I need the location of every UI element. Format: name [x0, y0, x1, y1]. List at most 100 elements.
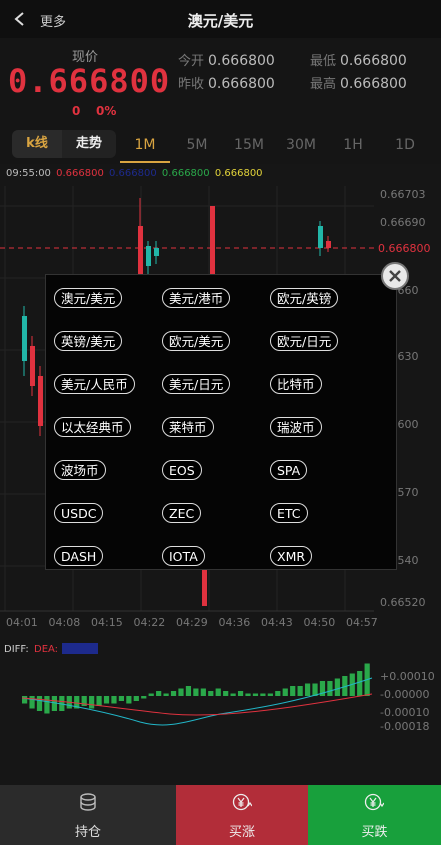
macd-bar — [230, 693, 236, 696]
macd-bar — [252, 693, 259, 696]
x-tick-label: 04:15 — [91, 616, 123, 629]
macd-bar — [118, 696, 125, 701]
stat-prev-close: 昨收 0.666800 — [178, 76, 275, 92]
symbol-option[interactable]: DASH — [54, 546, 104, 566]
legend-value-1: 0.666800 — [56, 168, 104, 179]
macd-bar — [282, 688, 288, 696]
stat-low: 最低 0.666800 — [310, 53, 407, 69]
symbol-option[interactable]: USDC — [54, 503, 104, 523]
macd-bar — [163, 693, 169, 696]
symbol-option[interactable]: IOTA — [162, 546, 205, 566]
macd-y-tick: -0.00010 — [380, 706, 429, 719]
macd-chart[interactable]: DIFF: DEA: +0.00010 -0.00000 -0.00010-0.0001… — [0, 638, 441, 784]
symbol-option[interactable]: 比特币 — [270, 374, 322, 394]
stat-open: 今开 0.666800 — [178, 53, 275, 69]
page-title: 澳元/美元 — [187, 12, 254, 30]
macd-bar — [200, 688, 206, 696]
positions-label: 持仓 — [74, 825, 101, 840]
symbol-option[interactable]: 英镑/美元 — [54, 331, 123, 351]
symbol-option[interactable]: SPA — [270, 460, 308, 480]
tab-period-1m[interactable]: 1M — [120, 126, 170, 163]
dea-label: DEA: — [34, 644, 58, 655]
macd-bar — [193, 688, 199, 696]
macd-y-tick: -0.00000 — [380, 688, 429, 701]
macd-bar — [133, 696, 139, 701]
symbol-option[interactable]: 欧元/英镑 — [270, 288, 339, 308]
close-icon — [389, 270, 401, 282]
macd-y-tick: -0.00018 — [380, 720, 429, 733]
macd-bar — [22, 696, 28, 704]
candle-body — [318, 226, 323, 248]
legend-value-3: 0.666800 — [161, 168, 210, 179]
tab-period-5m[interactable]: 5M — [172, 126, 222, 164]
symbol-option[interactable]: ZEC — [162, 503, 202, 523]
x-tick-label: 04:08 — [49, 616, 81, 629]
buy-up-label: 买涨 — [228, 825, 255, 840]
symbol-option[interactable]: 美元/日元 — [162, 374, 231, 394]
price-change-pct: 0% — [96, 104, 117, 118]
stat-high: 最高 0.666800 — [310, 76, 407, 92]
last-price-label: 0.666800 — [378, 242, 431, 255]
x-tick-label: 04:22 — [134, 616, 166, 629]
tab-period-30m[interactable]: 30M — [276, 126, 326, 164]
macd-bar — [357, 671, 363, 696]
macd-bar — [290, 686, 296, 696]
legend-swatch — [62, 643, 98, 654]
tab-period-1d[interactable]: 1D — [380, 126, 430, 164]
macd-bar — [237, 691, 244, 696]
macd-bar — [297, 686, 303, 696]
positions-button[interactable]: 持仓 — [0, 785, 176, 845]
macd-bar — [89, 696, 95, 709]
tab-period-15m[interactable]: 15M — [224, 126, 274, 164]
macd-bar — [103, 696, 110, 704]
macd-bar — [312, 683, 318, 696]
tab-kline[interactable]: k线 — [12, 130, 62, 158]
macd-bar — [141, 696, 147, 699]
symbol-option[interactable]: 欧元/美元 — [162, 331, 231, 351]
macd-bar — [44, 696, 50, 714]
symbol-option[interactable]: XMR — [270, 546, 313, 566]
macd-bar — [156, 691, 162, 696]
candle-body — [154, 248, 159, 256]
macd-bar — [178, 688, 184, 696]
x-tick-label: 04:43 — [261, 616, 293, 629]
y-tick-label: 0.66520 — [380, 596, 426, 609]
y-tick-label: 0.66703 — [380, 188, 426, 201]
symbol-option[interactable]: EOS — [162, 460, 202, 480]
symbol-option[interactable]: 瑞波币 — [270, 417, 322, 437]
symbol-option[interactable]: 波场币 — [54, 460, 106, 480]
tab-trend[interactable]: 走势 — [62, 130, 116, 158]
x-tick-label: 04:36 — [219, 616, 251, 629]
buy-up-button[interactable]: 买涨 — [176, 785, 308, 845]
candle-body — [326, 241, 331, 248]
symbol-option[interactable]: ETC — [270, 503, 308, 523]
macd-bar — [215, 688, 221, 696]
macd-bar — [275, 691, 281, 696]
macd-bar — [185, 686, 192, 696]
macd-bar — [96, 696, 102, 706]
yen-down-icon — [364, 793, 384, 811]
candle-body — [30, 346, 35, 386]
symbol-option[interactable]: 澳元/美元 — [54, 288, 123, 308]
macd-y-tick: +0.00010 — [380, 670, 435, 683]
symbol-option[interactable]: 美元/人民币 — [54, 374, 135, 394]
close-popup-button[interactable] — [381, 262, 409, 290]
chart-legend: 09:55:00 0.666800 0.666800 0.666800 0.66… — [0, 168, 441, 186]
current-price: 0.666800 — [8, 62, 171, 100]
macd-bar — [111, 696, 117, 704]
symbol-option[interactable]: 莱特币 — [162, 417, 214, 437]
macd-bar — [327, 681, 333, 696]
macd-bar — [260, 693, 266, 696]
buy-down-button[interactable]: 买跌 — [308, 785, 441, 845]
macd-bar — [148, 693, 154, 696]
bottom-action-bar: 持仓 买涨 买跌 — [0, 785, 441, 845]
symbol-option[interactable]: 欧元/日元 — [270, 331, 339, 351]
macd-bar — [334, 678, 340, 696]
x-tick-label: 04:01 — [6, 616, 38, 629]
symbol-option[interactable]: 以太经典币 — [54, 417, 131, 437]
x-tick-label: 04:57 — [346, 616, 378, 629]
x-tick-label: 04:29 — [176, 616, 208, 629]
symbol-option[interactable]: 美元/港币 — [162, 288, 231, 308]
tab-period-1h[interactable]: 1H — [328, 126, 378, 164]
macd-bar — [245, 693, 251, 696]
